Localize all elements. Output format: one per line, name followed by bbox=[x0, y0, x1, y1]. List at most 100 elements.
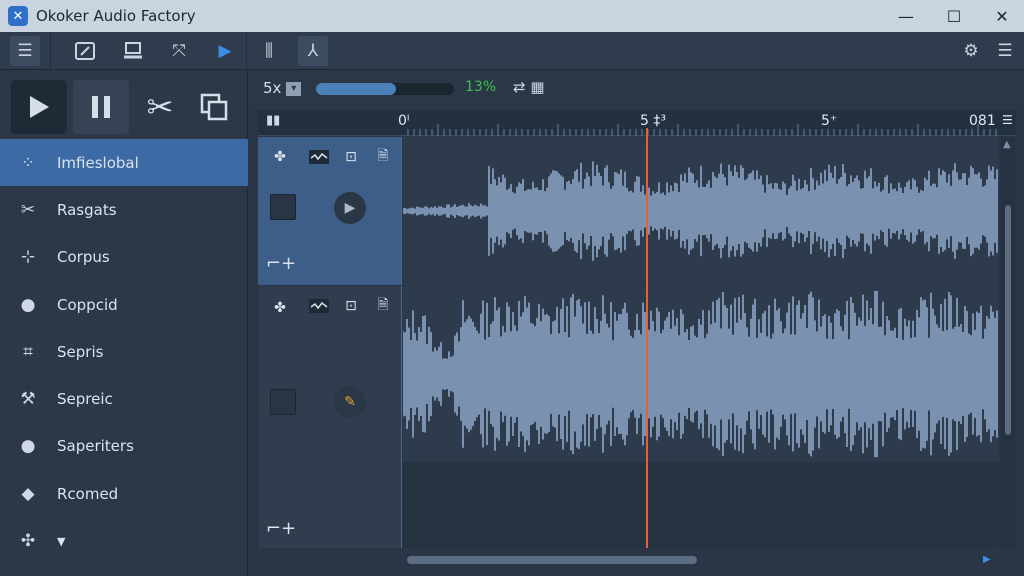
settings-dropdown-icon: ✣ bbox=[20, 531, 36, 552]
sidebar-item-label: Imfieslobal bbox=[57, 153, 139, 172]
copy-button[interactable] bbox=[186, 80, 242, 134]
resize-icon[interactable]: ⊡ bbox=[340, 147, 362, 167]
play-button[interactable] bbox=[11, 80, 67, 134]
zoom-select[interactable]: 5x ▾ bbox=[263, 79, 302, 97]
list-settings-icon[interactable]: ☰ bbox=[990, 36, 1020, 66]
import-icon[interactable] bbox=[118, 36, 148, 66]
user-icon: ● bbox=[20, 294, 36, 315]
sidebar-item-label: Rasgats bbox=[57, 200, 117, 219]
track-lane-1[interactable] bbox=[402, 137, 999, 285]
marker-icon[interactable]: ▮▮ bbox=[266, 113, 280, 128]
crop-icon: ⌗ bbox=[23, 341, 33, 362]
zoom-bar: 5x ▾ 13% ⇄ ▦ bbox=[249, 70, 1024, 108]
effects-icon[interactable]: ✤ bbox=[269, 147, 291, 167]
ruler-label: 081 bbox=[969, 113, 996, 129]
sidebar: ✂ ⁘ Imfieslobal ✂ Rasgats ⊹ Corpus ● Cop… bbox=[0, 70, 248, 576]
sidebar-item-saperiters[interactable]: ● Saperiters bbox=[0, 423, 248, 470]
split-line-icon: ⊹ bbox=[20, 247, 36, 268]
close-icon[interactable]: ✕ bbox=[978, 0, 1024, 32]
cut-button[interactable]: ✂ bbox=[132, 80, 188, 134]
track-play-button[interactable]: ▶ bbox=[334, 192, 366, 224]
gear-icon[interactable]: ⚙ bbox=[956, 36, 986, 66]
horizontal-scroll-thumb[interactable] bbox=[407, 556, 697, 564]
horizontal-scrollbar[interactable]: ▶ bbox=[403, 552, 999, 568]
play-icon bbox=[30, 96, 49, 118]
sidebar-item-label: Sepreic bbox=[57, 390, 113, 409]
timeline-ruler[interactable]: ▮▮ 0ᴵ 5 ‡³ 5⁺ 081 ☰ bbox=[258, 110, 1016, 136]
toolbar-separator bbox=[50, 32, 51, 70]
sidebar-item-label: Rcomed bbox=[57, 484, 119, 503]
menu-icon[interactable]: ☰ bbox=[10, 36, 40, 66]
copy-icon bbox=[200, 93, 228, 121]
minimize-icon[interactable]: — bbox=[882, 0, 930, 32]
mixer-icon[interactable]: ⫼ bbox=[254, 36, 284, 66]
maximize-icon[interactable]: ☐ bbox=[930, 0, 978, 32]
playhead[interactable] bbox=[646, 128, 648, 548]
cut-icon: ✂ bbox=[146, 88, 174, 126]
sidebar-item-label: Coppcid bbox=[57, 295, 118, 314]
split-icon[interactable]: ⅄ bbox=[298, 36, 328, 66]
ruler-label: 0ᴵ bbox=[398, 113, 410, 129]
sidebar-item-label: Sepris bbox=[57, 342, 104, 361]
pen-icon: ✎ bbox=[344, 394, 356, 410]
sidebar-item-coppcid[interactable]: ● Coppcid bbox=[0, 281, 248, 328]
chevron-down-icon: ▾ bbox=[286, 81, 302, 96]
ruler-label: 5 ‡³ bbox=[640, 113, 666, 129]
play-icon[interactable]: ▶ bbox=[210, 36, 240, 66]
zoom-percent: 13% bbox=[465, 79, 497, 95]
pause-icon bbox=[92, 96, 110, 118]
play-icon: ▶ bbox=[344, 200, 356, 216]
document-icon[interactable]: 🗎 bbox=[372, 147, 394, 167]
vertical-scroll-thumb[interactable] bbox=[1005, 205, 1011, 435]
dots-grid-icon: ⁘ bbox=[20, 152, 36, 173]
sidebar-nav: ⁘ Imfieslobal ✂ Rasgats ⊹ Corpus ● Coppc… bbox=[0, 139, 248, 565]
ruler-label: 5⁺ bbox=[821, 113, 838, 129]
waveform-track-2 bbox=[402, 290, 998, 458]
sidebar-item-more[interactable]: ✣ ▼ bbox=[0, 517, 248, 564]
sidebar-item-sepris[interactable]: ⌗ Sepris bbox=[0, 328, 248, 375]
sidebar-item-label: Saperiters bbox=[57, 437, 134, 456]
track-header-2[interactable]: ✤ ⊡ 🗎 ✎ ⌐+ bbox=[258, 286, 402, 548]
crop-add-icon[interactable]: ⌐+ bbox=[266, 253, 296, 274]
sidebar-item-rcomed[interactable]: ◆ Rcomed bbox=[0, 470, 248, 517]
sidebar-item-sepreic[interactable]: ⚒ Sepreic bbox=[0, 375, 248, 422]
track-header-1[interactable]: ✤ ⊡ 🗎 ▶ ⌐+ bbox=[258, 137, 402, 285]
crop-add-icon[interactable]: ⌐+ bbox=[266, 518, 296, 539]
track-select-checkbox[interactable] bbox=[270, 194, 296, 220]
user-icon: ● bbox=[20, 436, 36, 457]
pause-button[interactable] bbox=[73, 80, 129, 134]
track-edit-button[interactable]: ✎ bbox=[334, 386, 366, 418]
track-lane-empty[interactable] bbox=[403, 462, 999, 548]
transport-controls: ✂ bbox=[0, 70, 248, 138]
scissors-icon: ✕ bbox=[8, 6, 28, 26]
ruler-ticks bbox=[407, 124, 997, 136]
zoom-slider[interactable] bbox=[316, 83, 454, 95]
waveform-icon[interactable] bbox=[308, 296, 330, 316]
sidebar-item-label: Corpus bbox=[57, 248, 110, 267]
toolbar-separator bbox=[246, 32, 247, 70]
zoom-slider-fill bbox=[316, 83, 397, 95]
scroll-up-icon[interactable]: ▲ bbox=[1003, 139, 1011, 150]
title-bar: ✕ Okoker Audio Factory — ☐ ✕ bbox=[0, 0, 1024, 32]
eraser-icon: ◆ bbox=[21, 483, 35, 504]
main-toolbar: ☰ ⤧ ▶ ⫼ ⅄ ⚙ ☰ bbox=[0, 32, 1024, 70]
waveform-icon[interactable] bbox=[308, 147, 330, 167]
scissors-icon: ✂ bbox=[20, 199, 36, 220]
zoom-label: 5x bbox=[263, 79, 282, 97]
snap-icon[interactable]: ⇄ ▦ bbox=[513, 78, 545, 96]
waveform-track-1 bbox=[402, 161, 998, 261]
magic-wand-icon: ⚒ bbox=[20, 389, 36, 410]
track-lane-2[interactable] bbox=[402, 286, 999, 462]
ruler-menu-icon[interactable]: ☰ bbox=[1002, 113, 1013, 127]
transform-icon[interactable]: ⤧ bbox=[164, 36, 194, 66]
resize-icon[interactable]: ⊡ bbox=[340, 296, 362, 316]
sidebar-item-imfieslobal[interactable]: ⁘ Imfieslobal bbox=[0, 139, 248, 187]
document-icon[interactable]: 🗎 bbox=[372, 296, 394, 316]
track-select-checkbox[interactable] bbox=[270, 389, 296, 415]
edit-icon[interactable] bbox=[70, 36, 100, 66]
sidebar-item-corpus[interactable]: ⊹ Corpus bbox=[0, 234, 248, 281]
scroll-right-icon[interactable]: ▶ bbox=[983, 554, 991, 565]
vertical-scrollbar[interactable]: ▲ bbox=[1001, 137, 1015, 548]
effects-icon[interactable]: ✤ bbox=[269, 298, 291, 318]
sidebar-item-rasgats[interactable]: ✂ Rasgats bbox=[0, 186, 248, 233]
